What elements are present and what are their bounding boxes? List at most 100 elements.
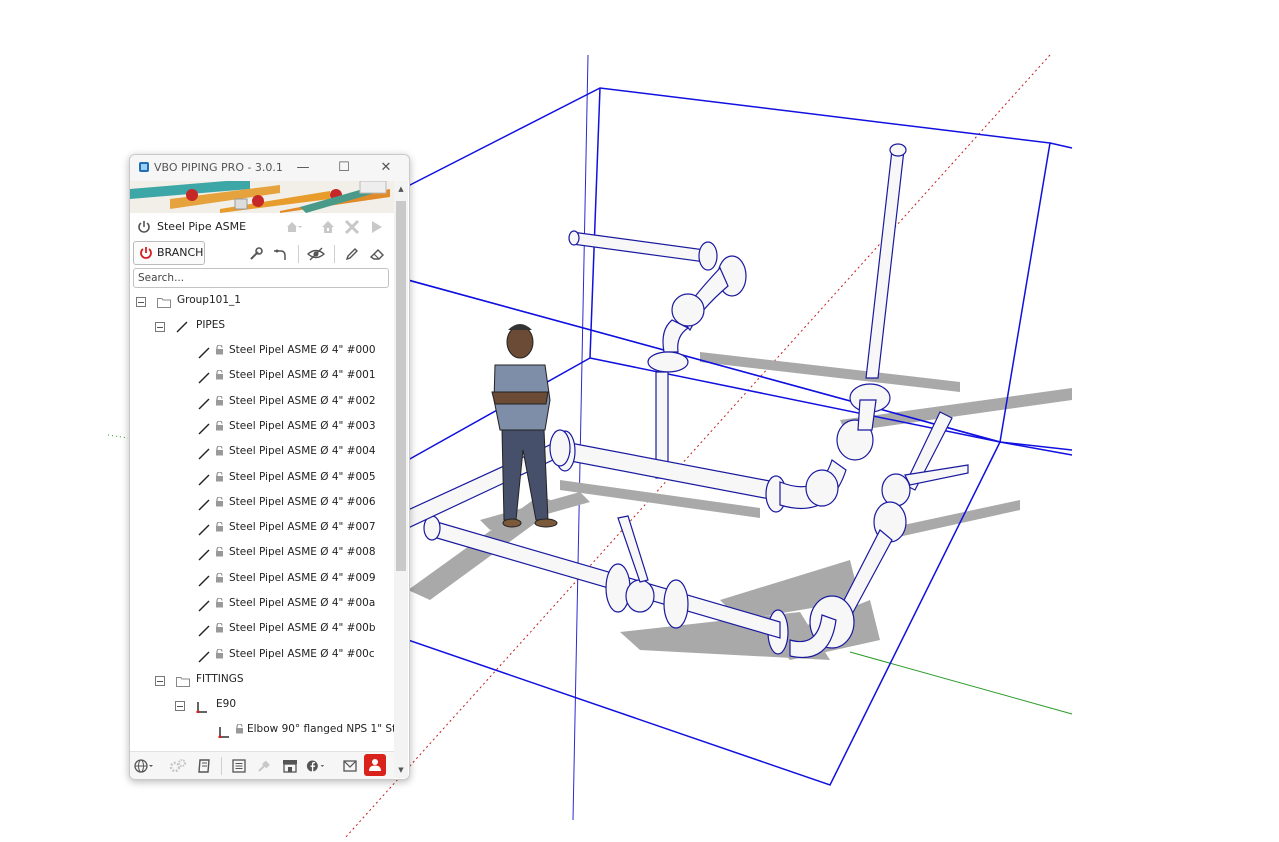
elbow-icon	[218, 726, 230, 741]
outliner-tree: Group101_1 PIPES Steel Pipel ASME Ø 4" #…	[130, 292, 394, 750]
fitting-icon[interactable]	[271, 245, 289, 263]
pipe-icon	[198, 347, 210, 362]
toolbar-separator	[334, 245, 335, 263]
toolbar-separator	[298, 245, 299, 263]
search-input[interactable]	[133, 268, 389, 288]
power-icon[interactable]	[135, 218, 153, 236]
tree-pipes-label: PIPES	[196, 319, 226, 331]
app-icon	[138, 161, 150, 173]
tree-e90-label: E90	[216, 698, 236, 710]
pipe-icon	[198, 600, 210, 615]
lock-icon	[215, 344, 224, 358]
lock-icon	[215, 369, 224, 383]
tree-node-pipe-item[interactable]: Steel Pipel ASME Ø 4" #007	[130, 519, 394, 541]
globe-icon[interactable]	[134, 756, 154, 776]
facebook-icon[interactable]	[306, 756, 326, 776]
lock-icon	[215, 395, 224, 409]
pipe-icon	[198, 398, 210, 413]
lock-icon	[215, 648, 224, 662]
pipe-item-label: Steel Pipel ASME Ø 4" #00b	[229, 622, 376, 635]
pipe-item-label: Steel Pipel ASME Ø 4" #003	[229, 419, 376, 432]
user-icon[interactable]	[364, 754, 386, 776]
panel-titlebar[interactable]: VBO PIPING PRO - 3.0.1 — ☐ ✕	[130, 155, 409, 181]
pipe-group-icon	[176, 321, 188, 336]
tree-node-pipe-item[interactable]: Steel Pipel ASME Ø 4" #000	[130, 342, 394, 364]
pencil-icon[interactable]	[343, 245, 361, 263]
folder-icon	[176, 676, 190, 690]
lock-icon	[215, 445, 224, 459]
pipe-icon	[198, 372, 210, 387]
maximize-icon[interactable]: ☐	[333, 158, 355, 178]
tree-node-pipe-item[interactable]: Steel Pipel ASME Ø 4" #006	[130, 494, 394, 516]
tree-node-pipe-item[interactable]: Steel Pipel ASME Ø 4" #004	[130, 443, 394, 465]
pipe-item-label: Steel Pipel ASME Ø 4" #001	[229, 369, 376, 382]
green-axis-dotted	[107, 434, 129, 439]
blue-axis-line	[572, 54, 589, 821]
tree-root-label: Group101_1	[177, 294, 241, 306]
settings-icon[interactable]	[319, 218, 337, 236]
pipe-item-label: Steel Pipel ASME Ø 4" #008	[229, 546, 376, 559]
tree-node-pipe-item[interactable]: Steel Pipel ASME Ø 4" #001	[130, 367, 394, 389]
minimize-icon[interactable]: —	[292, 158, 314, 178]
tree-node-pipe-item[interactable]: Steel Pipel ASME Ø 4" #002	[130, 393, 394, 415]
elbow-icon	[196, 701, 208, 716]
plug-icon[interactable]	[254, 756, 274, 776]
pipe-icon	[198, 499, 210, 514]
scroll-up-icon[interactable]: ▲	[396, 183, 406, 195]
wrench-icon[interactable]	[247, 245, 265, 263]
tree-node-pipe-item[interactable]: Steel Pipel ASME Ø 4" #009	[130, 570, 394, 592]
tree-node-pipe-item[interactable]: Steel Pipel ASME Ø 4" #008	[130, 544, 394, 566]
tree-node-e90[interactable]: E90	[130, 696, 394, 718]
tree-node-root[interactable]: Group101_1	[130, 292, 394, 314]
toolbar-separator	[221, 757, 222, 775]
tree-node-pipes[interactable]: PIPES	[130, 317, 394, 339]
lock-icon	[215, 521, 224, 535]
collapse-icon[interactable]	[155, 676, 165, 686]
tree-node-pipe-item[interactable]: Steel Pipel ASME Ø 4" #003	[130, 418, 394, 440]
lock-icon	[215, 471, 224, 485]
pipe-item-label: Steel Pipel ASME Ø 4" #005	[229, 470, 376, 483]
home-icon[interactable]	[285, 218, 303, 236]
lock-icon	[215, 622, 224, 636]
branch-label: BRANCH	[157, 246, 204, 259]
lock-icon	[215, 496, 224, 510]
bottom-toolbar	[130, 751, 394, 779]
book-icon[interactable]	[194, 756, 214, 776]
lock-icon	[215, 597, 224, 611]
pipe-icon	[198, 549, 210, 564]
pipe-item-label: Steel Pipel ASME Ø 4" #004	[229, 445, 376, 458]
play-icon[interactable]	[368, 218, 386, 236]
tree-fitting-item-label: Elbow 90° flanged NPS 1" St	[247, 723, 394, 735]
panel-scrollbar[interactable]: ▲ ▼	[394, 181, 408, 778]
mail-icon[interactable]	[340, 756, 360, 776]
store-icon[interactable]	[280, 756, 300, 776]
pipe-item-label: Steel Pipel ASME Ø 4" #006	[229, 495, 376, 508]
pipe-item-label: Steel Pipel ASME Ø 4" #007	[229, 521, 376, 534]
tools-icon[interactable]	[343, 218, 361, 236]
red-axis-line	[344, 54, 1051, 839]
pipe-item-label: Steel Pipel ASME Ø 4" #00a	[229, 597, 376, 609]
close-icon[interactable]: ✕	[375, 158, 397, 178]
list-icon[interactable]	[229, 756, 249, 776]
collapse-icon[interactable]	[136, 297, 146, 307]
hide-icon[interactable]	[307, 245, 325, 263]
scroll-down-icon[interactable]: ▼	[396, 764, 406, 776]
branch-button[interactable]: BRANCH	[133, 241, 205, 265]
pipe-icon	[198, 474, 210, 489]
green-axis-line	[849, 651, 1073, 715]
lock-icon	[215, 546, 224, 560]
tree-node-fitting-item[interactable]: Elbow 90° flanged NPS 1" St	[130, 721, 394, 743]
tree-node-pipe-item[interactable]: Steel Pipel ASME Ø 4" #005	[130, 469, 394, 491]
tree-node-pipe-item[interactable]: Steel Pipel ASME Ø 4" #00b	[130, 620, 394, 642]
pipe-icon	[198, 651, 210, 666]
scale-figure-person	[491, 324, 558, 528]
tree-node-pipe-item[interactable]: Steel Pipel ASME Ø 4" #00c	[130, 646, 394, 668]
collapse-icon[interactable]	[155, 322, 165, 332]
gears-icon[interactable]	[168, 756, 188, 776]
scrollbar-thumb[interactable]	[396, 201, 406, 571]
tree-node-pipe-item[interactable]: Steel Pipel ASME Ø 4" #00a	[130, 595, 394, 617]
lock-icon	[235, 723, 244, 737]
tree-node-fittings[interactable]: FITTINGS	[130, 671, 394, 693]
collapse-icon[interactable]	[175, 701, 185, 711]
eraser-icon[interactable]	[368, 245, 386, 263]
